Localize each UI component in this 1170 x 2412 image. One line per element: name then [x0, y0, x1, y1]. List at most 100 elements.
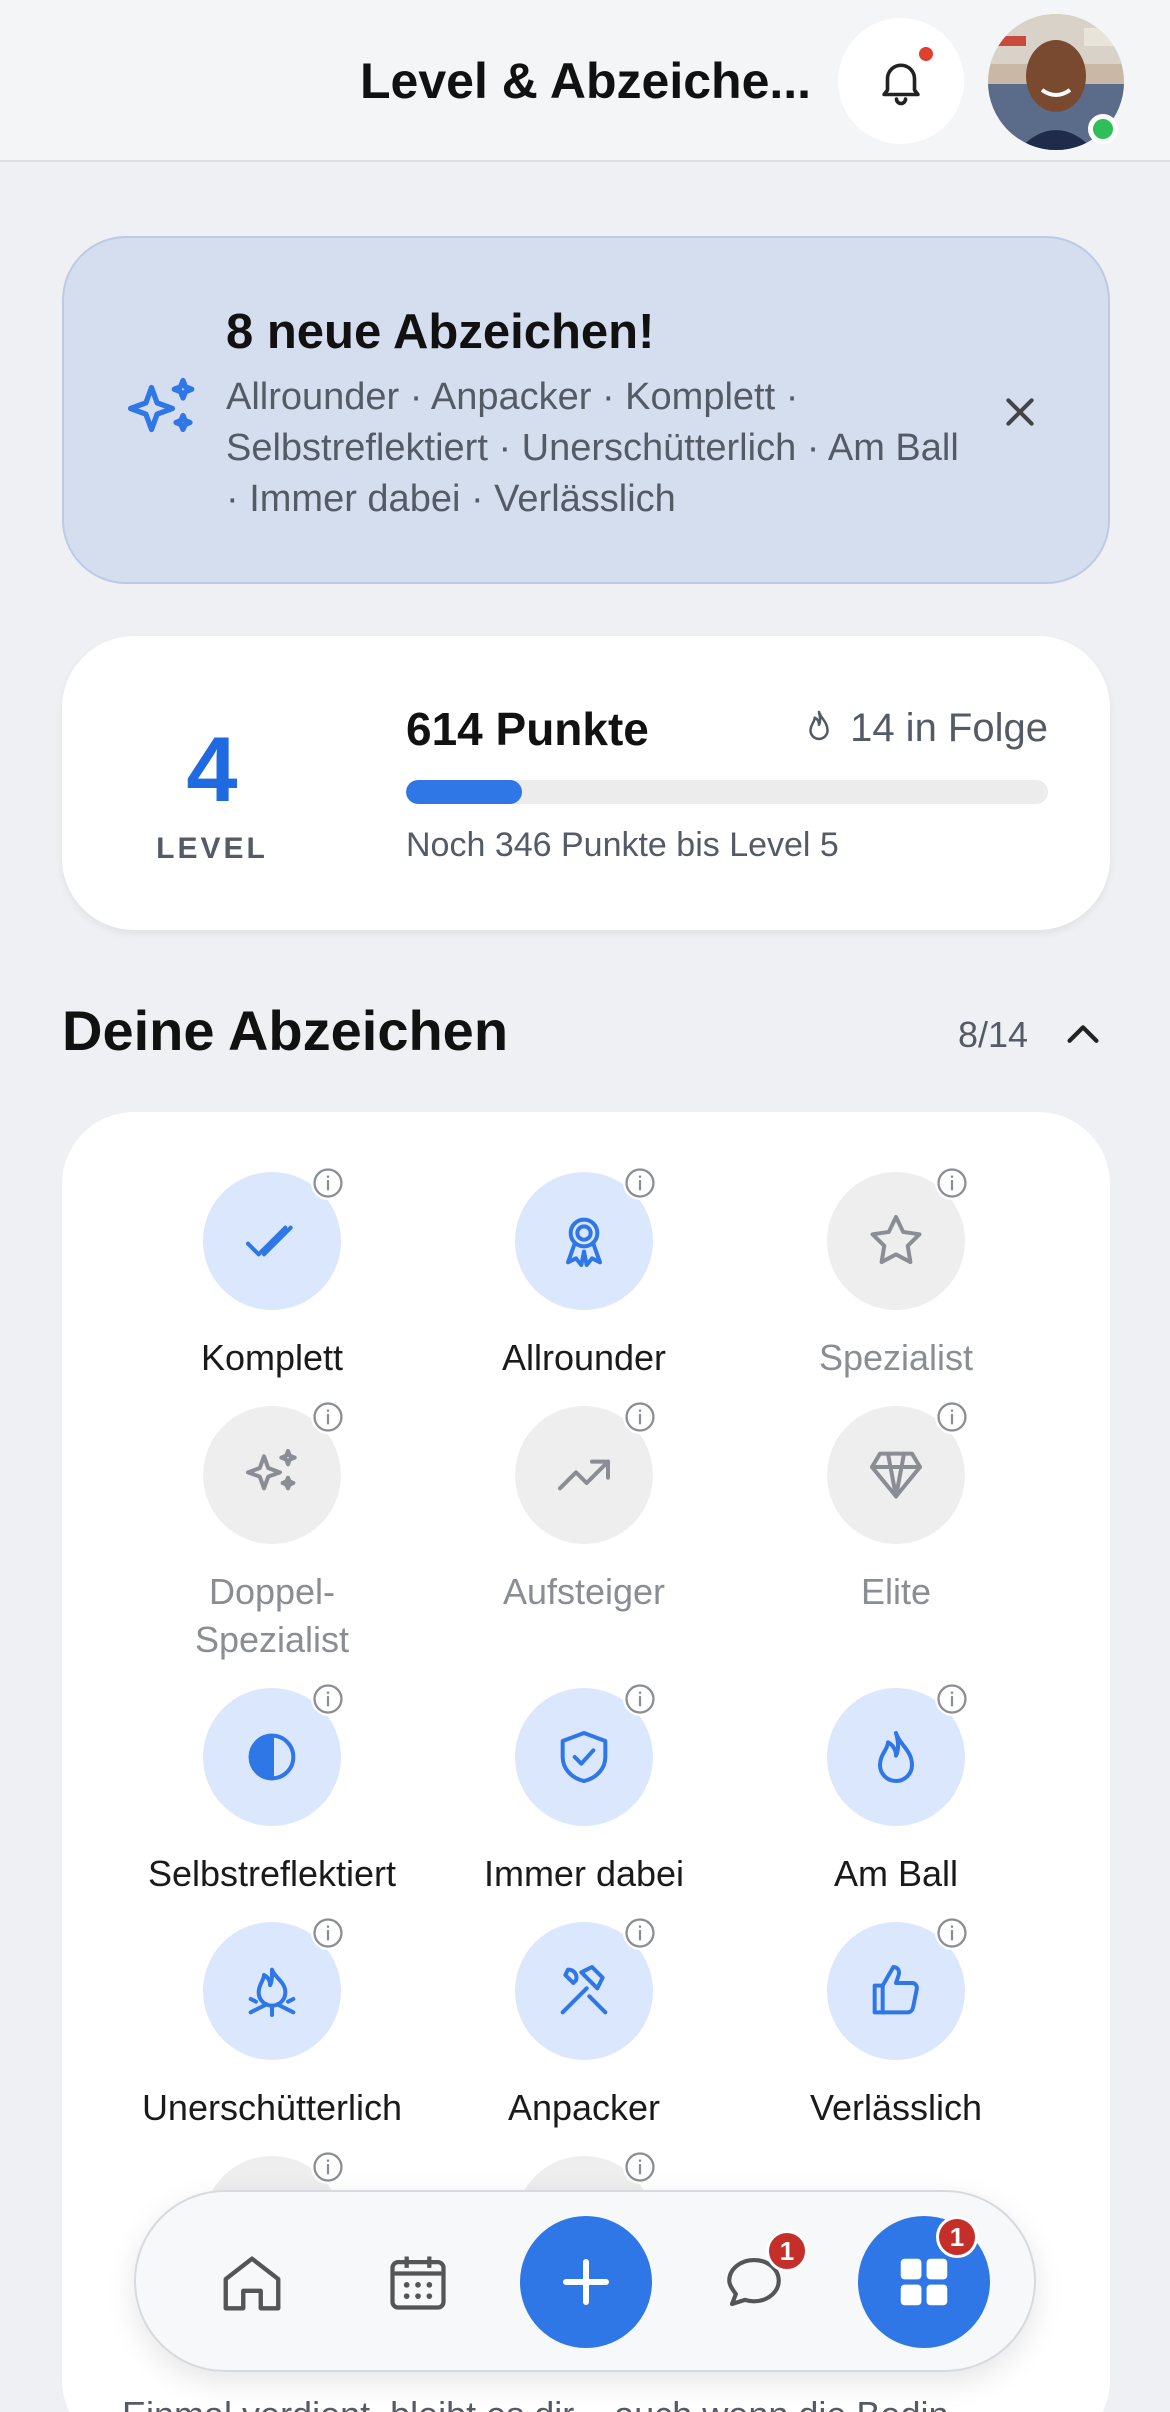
flame-icon	[809, 710, 829, 740]
nav-dashboard[interactable]: 1	[858, 2216, 990, 2348]
badges-footer-text: Einmal verdient, bleibt es dir – auch we…	[122, 2394, 1052, 2412]
badge-info-button[interactable]	[311, 1400, 345, 1434]
info-icon	[937, 1918, 967, 1948]
badge-label: Aufsteiger	[502, 1571, 666, 1612]
streak-text: 14 in Folge	[850, 706, 1048, 750]
chevron-up-icon[interactable]	[1060, 1012, 1106, 1058]
badge-label: Komplett	[200, 1337, 344, 1378]
badge-icon-circle	[203, 1400, 345, 1544]
sparkles-icon	[246, 1449, 297, 1491]
badge-immer-dabei[interactable]: Immer dabei	[428, 1682, 740, 1898]
badge-label: Elite	[860, 1571, 932, 1612]
badge-komplett[interactable]: Komplett	[116, 1166, 428, 1382]
info-icon	[625, 1402, 655, 1432]
badge-elite[interactable]: Elite	[740, 1400, 1052, 1616]
plus-icon	[563, 2259, 609, 2305]
info-icon	[937, 1684, 967, 1714]
badge-info-button[interactable]	[935, 1682, 969, 1716]
level-card: 4 LEVEL 614 Punkte 14 in Folge Noch 346 …	[62, 636, 1110, 930]
badge-info-button[interactable]	[311, 2150, 345, 2184]
badge-icon-circle	[827, 1916, 969, 2060]
notifications-button[interactable]	[838, 18, 964, 144]
level-progress-fill	[406, 780, 522, 804]
info-icon	[313, 1684, 343, 1714]
badge-icon-circle	[827, 1400, 969, 1544]
badge-label: Selbstreflektiert	[147, 1853, 397, 1894]
info-icon	[313, 1168, 343, 1198]
badge-info-button[interactable]	[311, 1682, 345, 1716]
hammer-wrench-icon	[560, 1965, 608, 2015]
info-icon	[625, 1684, 655, 1714]
badge-label: Doppel- Spezialist	[194, 1571, 350, 1660]
badge-info-button[interactable]	[623, 1166, 657, 1200]
badge-icon-circle	[827, 1682, 969, 1826]
add-button[interactable]	[520, 2216, 652, 2348]
badge-info-button[interactable]	[623, 1916, 657, 1950]
level-label: LEVEL	[156, 832, 268, 865]
nav-calendar[interactable]	[370, 2234, 466, 2330]
badge-spezialist[interactable]: Spezialist	[740, 1166, 1052, 1382]
banner-badge-list: Allrounder · Anpacker · Komplett · Selbs…	[226, 376, 959, 520]
calendar-icon	[390, 2256, 446, 2310]
badge-anpacker[interactable]: Anpacker	[428, 1916, 740, 2132]
nav-chat[interactable]: 1	[706, 2230, 808, 2330]
streak-indicator: 14 in Folge	[802, 706, 1048, 751]
sparkles-icon	[127, 377, 195, 433]
nav-home[interactable]	[204, 2234, 300, 2330]
info-icon	[313, 2152, 343, 2182]
campfire-icon	[248, 1967, 296, 2017]
close-banner-button[interactable]	[994, 386, 1046, 438]
badge-info-button[interactable]	[935, 1916, 969, 1950]
diamond-icon	[870, 1451, 922, 1499]
badge-icon-circle	[203, 1682, 345, 1826]
badge-icon-circle	[515, 1400, 657, 1544]
badge-info-button[interactable]	[623, 1400, 657, 1434]
badge-aufsteiger[interactable]: Aufsteiger	[428, 1400, 740, 1616]
double-check-icon	[246, 1225, 293, 1257]
grid-icon	[900, 2258, 948, 2306]
badge-info-button[interactable]	[311, 1166, 345, 1200]
badge-icon-circle	[515, 1916, 657, 2060]
badge-info-button[interactable]	[623, 2150, 657, 2184]
home-icon	[223, 2256, 281, 2311]
badge-icon-circle	[203, 1916, 345, 2060]
badge-icon-circle	[827, 1166, 969, 1310]
points-total: 614 Punkte	[406, 703, 649, 755]
badge-label: Unerschütterlich	[141, 2087, 403, 2128]
info-icon	[625, 2152, 655, 2182]
badge-icon-circle	[515, 1682, 657, 1826]
top-bar: Level & Abzeiche...	[0, 0, 1170, 162]
level-number: 4	[186, 719, 238, 821]
badge-info-button[interactable]	[311, 1916, 345, 1950]
thumbs-up-icon	[872, 1965, 919, 2015]
badges-count: 8/14	[958, 1014, 1029, 1055]
star-icon	[870, 1215, 922, 1265]
badge-info-button[interactable]	[935, 1166, 969, 1200]
badge-info-button[interactable]	[935, 1400, 969, 1434]
badge-icon-circle	[203, 1166, 345, 1310]
level-progress-bar	[406, 780, 1048, 804]
notification-dot	[916, 44, 936, 64]
page-title: Level & Abzeiche...	[360, 53, 812, 109]
info-icon	[937, 1402, 967, 1432]
online-status-dot	[1088, 114, 1118, 144]
badge-unerschütterlich[interactable]: Unerschütterlich	[116, 1916, 428, 2132]
badge-label: Spezialist	[818, 1337, 974, 1378]
info-icon	[313, 1402, 343, 1432]
info-icon	[313, 1918, 343, 1948]
badge-doppel-spezialist[interactable]: Doppel- Spezialist	[116, 1400, 428, 1664]
badge-info-button[interactable]	[623, 1682, 657, 1716]
close-icon	[1006, 398, 1034, 426]
badge-am-ball[interactable]: Am Ball	[740, 1682, 1052, 1898]
badge-label: Immer dabei	[483, 1853, 685, 1894]
award-ribbon-icon	[566, 1217, 602, 1267]
chat-notification-badge: 1	[766, 2230, 808, 2272]
badge-selbstreflektiert[interactable]: Selbstreflektiert	[116, 1682, 428, 1898]
banner-title: 8 neue Abzeichen!	[226, 305, 655, 359]
badge-verlässlich[interactable]: Verlässlich	[740, 1916, 1052, 2132]
info-icon	[625, 1168, 655, 1198]
new-badges-banner: 8 neue Abzeichen! Allrounder · Anpacker …	[62, 236, 1110, 584]
badge-allrounder[interactable]: Allrounder	[428, 1166, 740, 1382]
badge-label: Verlässlich	[809, 2087, 983, 2128]
badge-label: Anpacker	[507, 2087, 661, 2128]
